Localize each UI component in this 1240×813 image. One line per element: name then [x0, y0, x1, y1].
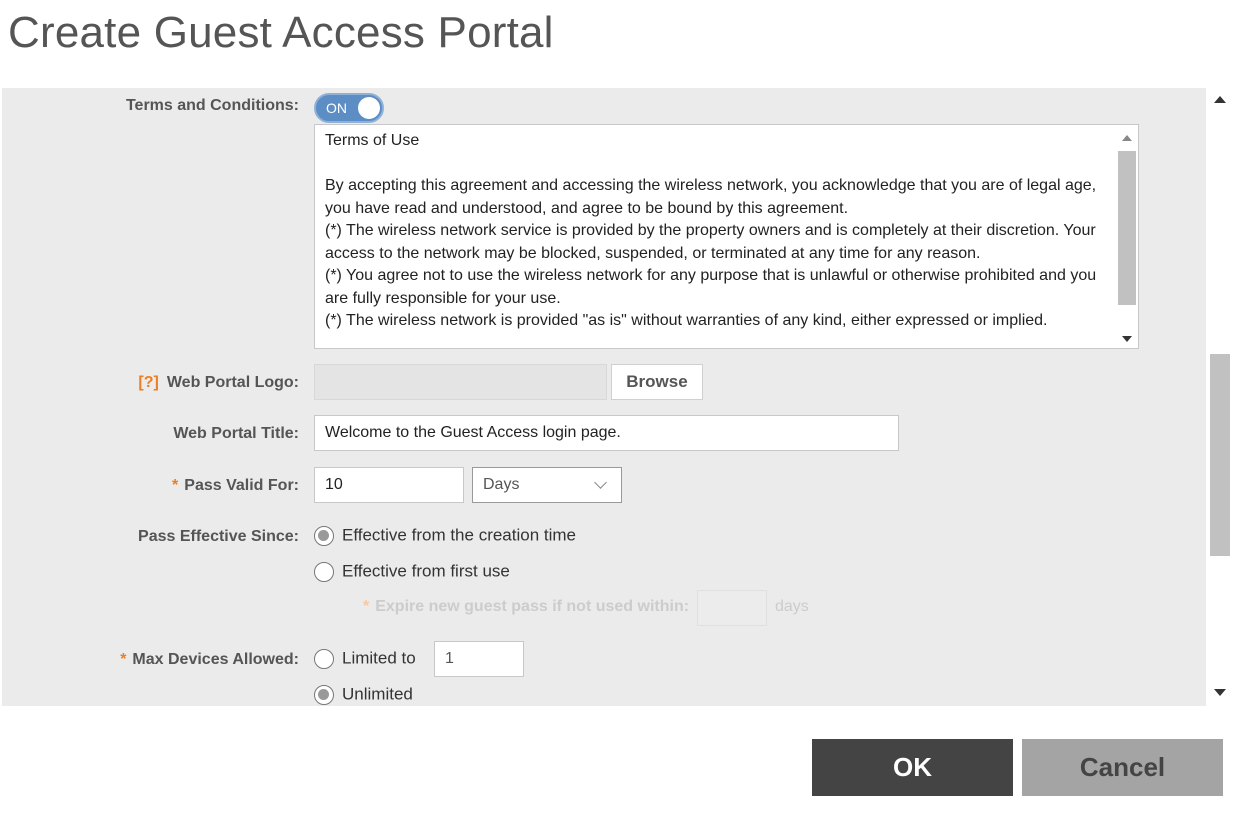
pass-unit-value: Days	[483, 476, 520, 493]
scroll-thumb[interactable]	[1118, 151, 1136, 305]
expire-label: Expire new guest pass if not used within…	[375, 598, 690, 615]
browse-button[interactable]: Browse	[611, 364, 703, 400]
radio-button[interactable]	[314, 525, 334, 546]
terms-label: Terms and Conditions:	[125, 97, 299, 114]
limited-devices-input[interactable]: 1	[434, 641, 524, 677]
expire-days-input	[697, 590, 767, 626]
radio-unlimited[interactable]: Unlimited	[314, 684, 413, 705]
scroll-up-icon[interactable]	[1214, 96, 1226, 103]
terms-textarea[interactable]: Terms of Use By accepting this agreement…	[314, 124, 1139, 349]
radio-button[interactable]	[314, 648, 334, 669]
scroll-down-icon[interactable]	[1122, 336, 1132, 342]
portal-title-label: Web Portal Title:	[173, 425, 299, 442]
pass-effective-label: Pass Effective Since:	[138, 528, 299, 545]
radio-effective-creation[interactable]: Effective from the creation time	[314, 525, 576, 546]
max-devices-label: Max Devices Allowed:	[132, 651, 299, 668]
scroll-thumb[interactable]	[1210, 354, 1230, 556]
expire-label-row: * Expire new guest pass if not used withi…	[363, 598, 689, 616]
pass-valid-input[interactable]: 10	[314, 467, 464, 503]
max-devices-label-row: * Max Devices Allowed:	[120, 651, 299, 669]
logo-label: Web Portal Logo:	[166, 374, 299, 391]
radio-label: Effective from the creation time	[342, 525, 577, 545]
logo-label-row: [?] Web Portal Logo:	[138, 374, 299, 392]
toggle-knob	[358, 97, 380, 119]
pass-valid-label: Pass Valid For:	[184, 477, 299, 494]
radio-effective-first-use[interactable]: Effective from first use	[314, 561, 510, 582]
radio-label: Effective from first use	[342, 561, 510, 581]
pass-unit-select[interactable]: Days	[472, 467, 622, 503]
chevron-down-icon	[594, 476, 607, 489]
expire-days-unit: days	[775, 598, 809, 615]
form-scrollbar[interactable]	[1208, 88, 1232, 706]
scroll-down-icon[interactable]	[1214, 689, 1226, 696]
radio-button[interactable]	[314, 561, 334, 582]
required-mark: *	[172, 477, 179, 494]
toggle-on-text: ON	[326, 100, 347, 116]
required-mark: *	[120, 651, 127, 668]
required-mark: *	[363, 598, 370, 615]
portal-title-input[interactable]: Welcome to the Guest Access login page.	[314, 415, 899, 451]
help-icon[interactable]: [?]	[138, 374, 158, 391]
pass-valid-label-row: * Pass Valid For:	[172, 477, 299, 495]
cancel-button[interactable]: Cancel	[1022, 739, 1223, 796]
logo-file-field	[314, 364, 607, 400]
form-scroll-area: Terms and Conditions: ON Terms of Use By…	[2, 88, 1206, 706]
terms-scrollbar[interactable]	[1116, 125, 1138, 348]
radio-label: Unlimited	[342, 684, 413, 704]
terms-text: Terms of Use By accepting this agreement…	[325, 132, 1097, 329]
radio-label: Limited to	[342, 648, 416, 668]
radio-button[interactable]	[314, 684, 334, 705]
dialog-title: Create Guest Access Portal	[8, 8, 554, 57]
terms-toggle[interactable]: ON	[314, 93, 384, 123]
ok-button[interactable]: OK	[812, 739, 1013, 796]
scroll-up-icon[interactable]	[1122, 135, 1132, 141]
radio-limited[interactable]: Limited to	[314, 648, 416, 669]
